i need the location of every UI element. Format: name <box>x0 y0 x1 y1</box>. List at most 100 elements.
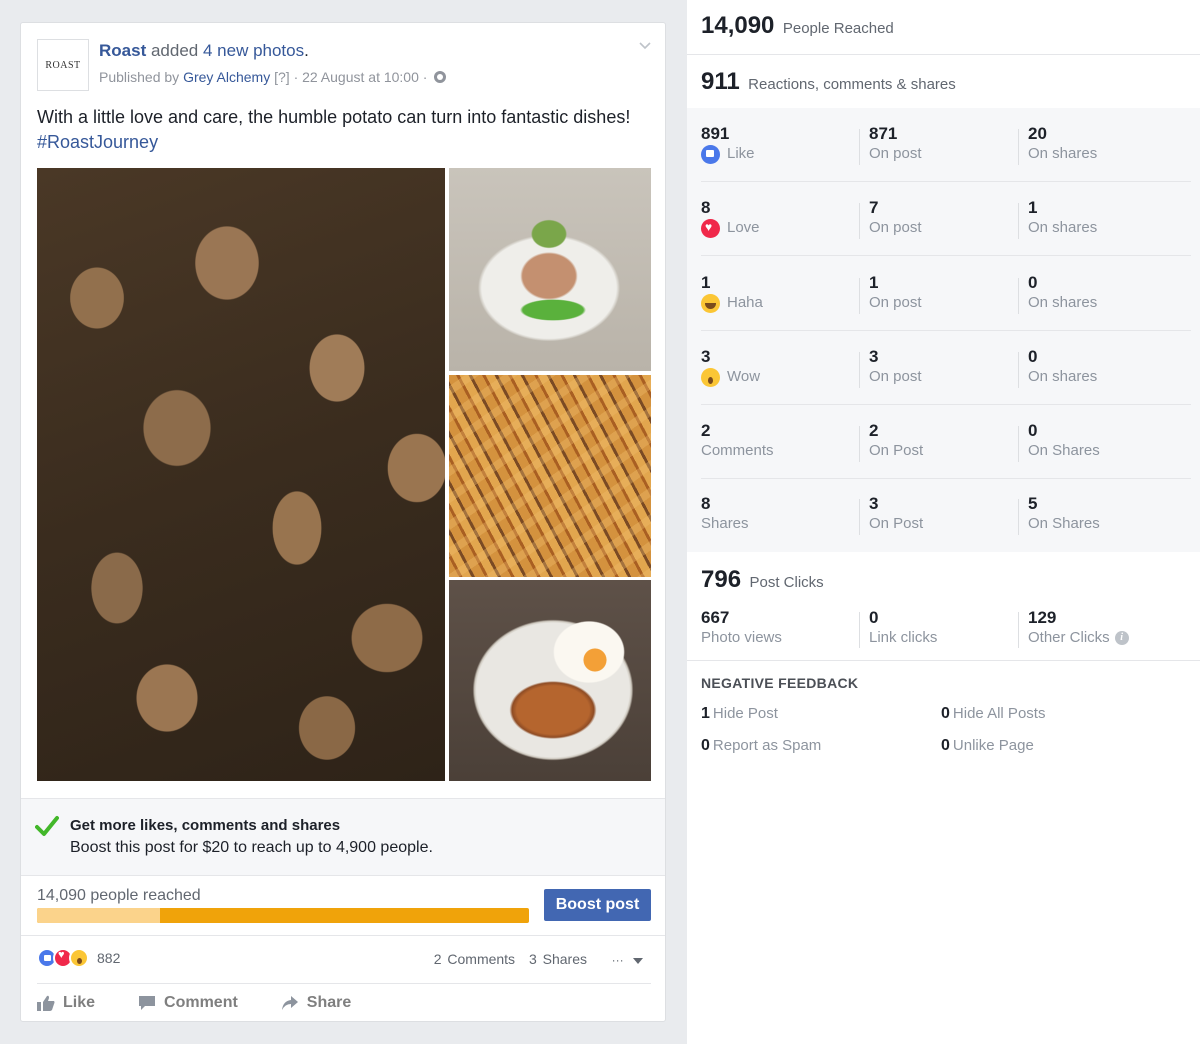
reaction-row-wow: 3 Wow 3 On post 0 On shares <box>687 331 1200 405</box>
hide-post-label: Hide Post <box>712 705 778 722</box>
organic-reach-fill <box>37 908 160 923</box>
post-options-dropdown[interactable]: ··· <box>612 953 643 967</box>
divider <box>21 935 665 936</box>
post-clicks-stat: 796 Post Clicks <box>701 566 824 594</box>
post-clicks-caption: Post Clicks <box>749 574 824 591</box>
boost-title: Get more likes, comments and shares <box>70 817 341 834</box>
comments-row-label: Comments <box>701 442 774 459</box>
reactions-total-stat: 911 Reactions, comments & shares <box>701 68 956 96</box>
hashtag-link[interactable]: #RoastJourney <box>37 130 657 155</box>
haha-on-shares: 0 <box>1028 273 1038 292</box>
comment-label: Comment <box>164 994 238 1011</box>
page-logo[interactable]: ROAST <box>37 39 89 91</box>
love-icon <box>701 218 720 238</box>
photo-views-value: 667 <box>701 608 730 627</box>
comments-row: 2 Comments 2 On Post 0 On Shares <box>687 405 1200 479</box>
people-reached-label: 14,090 people reached <box>37 887 201 904</box>
logo-text: ROAST <box>45 59 81 71</box>
love-on-shares: 1 <box>1028 198 1038 217</box>
people-reached-value: 14,090 <box>701 12 775 39</box>
shares-row-label: Shares <box>701 515 749 532</box>
reaction-row-haha: 1 Haha 1 On post 0 On shares <box>687 257 1200 331</box>
action-text: added <box>150 41 199 60</box>
comment-button[interactable]: Comment <box>138 994 238 1012</box>
wow-total: 3 <box>701 347 711 366</box>
post-header: Roast added 4 new photos. <box>99 41 309 61</box>
haha-total: 1 <box>701 273 711 292</box>
potatoes-photo[interactable] <box>37 168 445 781</box>
comments-total: 2 <box>701 421 711 440</box>
like-total: 891 <box>701 124 730 143</box>
on-post-label: On post <box>869 145 922 162</box>
love-on-post: 7 <box>869 198 879 217</box>
boost-description: Boost this post for $20 to reach up to 4… <box>70 839 433 856</box>
insights-panel: 14,090 People Reached 911 Reactions, com… <box>687 0 1200 1044</box>
reaction-row-like: 891 Like 871 On post 20 On shares <box>687 108 1200 182</box>
love-row-label: Love <box>727 219 760 236</box>
on-shares-label: On Shares <box>1028 515 1100 532</box>
shares-count-link[interactable]: 3 Shares <box>529 951 587 967</box>
like-row-label: Like <box>727 145 755 162</box>
haha-icon <box>701 293 720 313</box>
divider <box>687 660 1200 661</box>
publisher-link[interactable]: Grey Alchemy <box>183 69 270 85</box>
more-options: ··· <box>611 953 624 967</box>
on-shares-label: On shares <box>1028 368 1098 385</box>
reaction-row-love: 8 Love 7 On post 1 On shares <box>687 182 1200 256</box>
negative-feedback-title: NEGATIVE FEEDBACK <box>701 675 859 691</box>
on-shares-label: On Shares <box>1028 442 1100 459</box>
post-clicks-value: 796 <box>701 566 742 593</box>
shares-total: 8 <box>701 494 711 513</box>
share-icon <box>281 996 298 1010</box>
share-label: Share <box>306 994 352 1011</box>
header-period: . <box>304 41 309 60</box>
published-by-label: Published by <box>99 69 180 85</box>
fries-photo[interactable] <box>449 375 651 577</box>
globe-icon <box>434 71 447 83</box>
thumbs-up-icon <box>37 995 55 1011</box>
shares-row: 8 Shares 3 On Post 5 On Shares <box>687 478 1200 552</box>
comment-share-counts: 2 Comments 3 Shares <box>434 951 587 967</box>
comment-icon <box>139 996 156 1010</box>
chevron-down-icon[interactable] <box>639 39 651 51</box>
reaction-summary[interactable]: 882 <box>37 948 120 968</box>
boost-post-button[interactable]: Boost post <box>544 889 651 921</box>
shares-on-shares: 5 <box>1028 494 1038 513</box>
hide-post-stat: 1 Hide Post <box>701 705 778 723</box>
comments-count-link[interactable]: 2 Comments <box>434 951 515 967</box>
post-date[interactable]: · 22 August at 10:00 · <box>294 69 428 85</box>
reactions-total-value: 911 <box>701 68 740 95</box>
checkmark-icon <box>35 816 59 836</box>
on-post-label: On post <box>869 368 922 385</box>
divider <box>37 983 651 984</box>
hide-all-posts-stat: 0 Hide All Posts <box>941 705 1045 723</box>
wow-on-post: 3 <box>869 347 879 366</box>
post-card: ROAST Roast added 4 new photos. Publishe… <box>20 22 666 1022</box>
caret-down-icon <box>633 957 643 964</box>
egg-dish-photo[interactable] <box>449 580 651 781</box>
like-label: Like <box>63 994 96 1011</box>
like-on-shares: 20 <box>1028 124 1047 143</box>
other-clicks-label: Other Clicks <box>1028 629 1110 646</box>
photos-link[interactable]: 4 new photos <box>203 41 304 60</box>
on-post-label: On post <box>869 294 922 311</box>
post-meta: Published by Grey Alchemy [?] · 22 Augus… <box>99 69 447 85</box>
like-button[interactable]: Like <box>37 994 95 1012</box>
share-button[interactable]: Share <box>281 994 351 1012</box>
on-post-label: On Post <box>869 442 924 459</box>
people-reached-stat: 14,090 People Reached <box>701 12 894 40</box>
plated-dish-photo[interactable] <box>449 168 651 371</box>
post-actions: Like Comment Share <box>37 991 394 1015</box>
help-mark[interactable]: [?] <box>274 69 290 85</box>
other-clicks-value: 129 <box>1028 608 1057 627</box>
info-icon[interactable]: i <box>1114 631 1129 645</box>
reactions-total-caption: Reactions, comments & shares <box>748 76 956 93</box>
haha-row-label: Haha <box>727 294 763 311</box>
hide-post-value: 1 <box>701 705 710 722</box>
like-on-post: 871 <box>869 124 898 143</box>
report-spam-stat: 0 Report as Spam <box>701 737 821 755</box>
page-name-link[interactable]: Roast <box>99 41 146 60</box>
love-total: 8 <box>701 198 711 217</box>
report-spam-value: 0 <box>701 737 710 754</box>
wow-row-label: Wow <box>727 368 761 385</box>
